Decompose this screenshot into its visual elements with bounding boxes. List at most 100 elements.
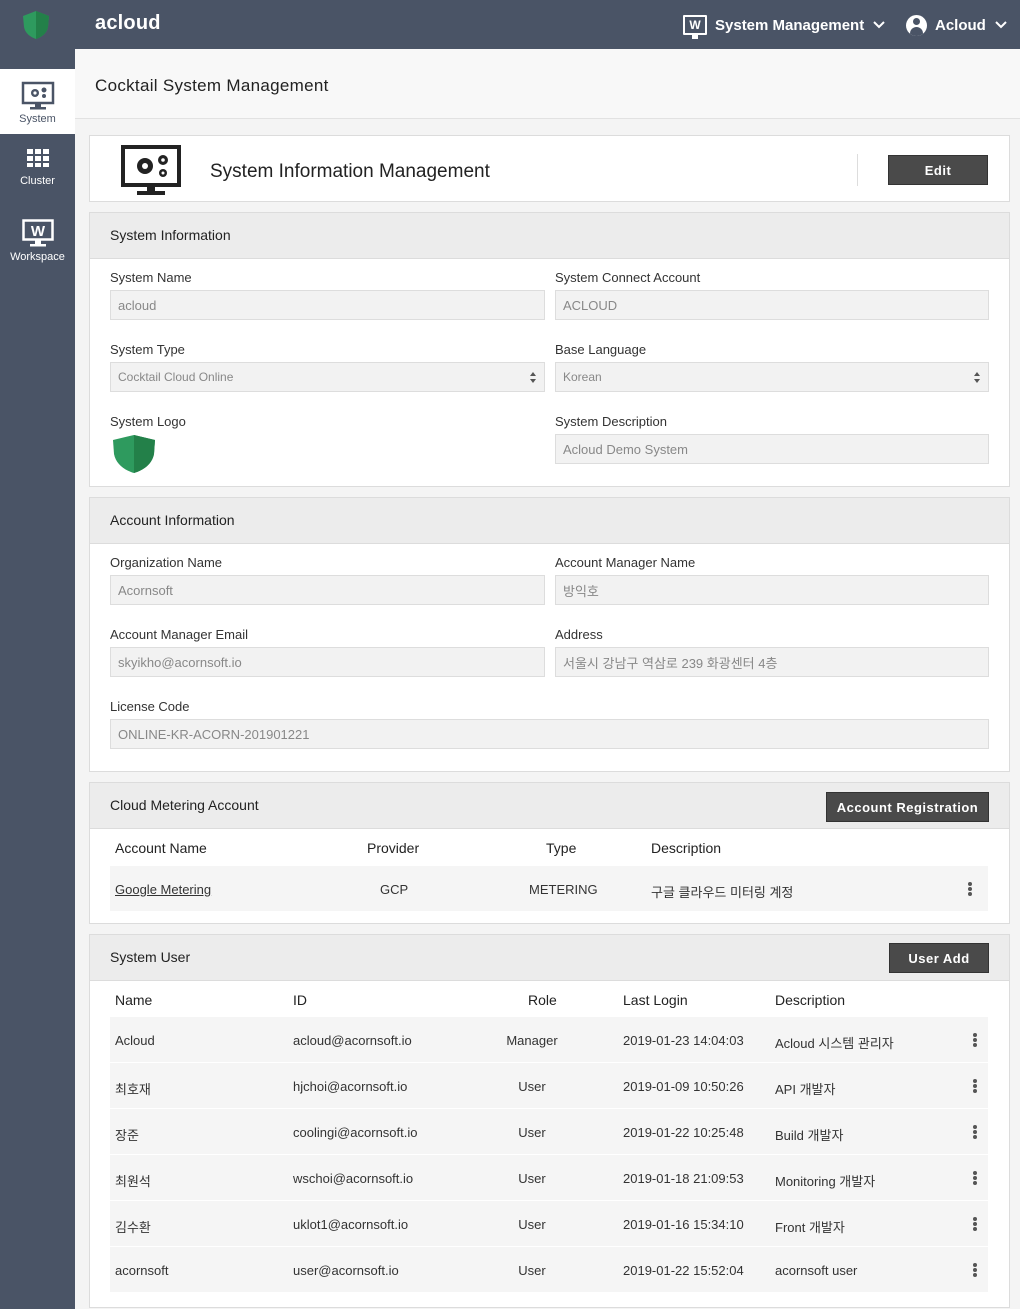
base-language-value: Korean	[563, 370, 602, 384]
user-name-cell: acornsoft	[115, 1263, 169, 1278]
system-info-management-card: System Information Management Edit	[89, 135, 1010, 202]
user-description-cell: Front 개발자	[775, 1220, 845, 1235]
column-header: Provider	[367, 840, 420, 856]
account-manager-email-field[interactable]: skyikho@acornsoft.io	[110, 647, 545, 677]
page-title: Cocktail System Management	[95, 76, 329, 95]
last-login-cell: 2019-01-16 15:34:10	[623, 1217, 744, 1232]
sidebar-item-cluster[interactable]: Cluster	[0, 149, 75, 199]
system-logo-image	[113, 435, 155, 473]
organization-name-field[interactable]: Acornsoft	[110, 575, 545, 605]
sort-arrows-icon	[530, 372, 536, 383]
more-options-icon[interactable]	[973, 1125, 977, 1139]
type-cell: METERING	[529, 882, 598, 897]
table-row[interactable]: 최원석 wschoi@acornsoft.io User 2019-01-18 21:…	[110, 1155, 988, 1201]
user-avatar-icon	[906, 14, 927, 36]
column-header: Role	[528, 992, 557, 1008]
system-description-field[interactable]: Acloud Demo System	[555, 434, 989, 464]
table-row[interactable]: 최호재 hjchoi@acornsoft.io User 2019-01-09 10:…	[110, 1063, 988, 1109]
account-manager-email-label: Account Manager Email	[110, 627, 249, 642]
user-id-cell: uklot1@acornsoft.io	[293, 1217, 409, 1232]
table-row[interactable]: 장준 coolingi@acornsoft.io User 2019-01-22 10…	[110, 1109, 988, 1155]
table-row[interactable]: 김수환 uklot1@acornsoft.io User 2019-01-16 15:…	[110, 1201, 988, 1247]
sidebar-item-system[interactable]: System	[0, 69, 75, 134]
sidebar-item-label: Cluster	[20, 175, 55, 187]
card-title: System User	[110, 949, 191, 965]
connect-account-label: System Connect Account	[555, 270, 701, 285]
brand-name[interactable]: acloud	[95, 12, 161, 35]
user-name-cell: 최호재	[115, 1082, 151, 1097]
user-name-cell: 김수환	[115, 1220, 151, 1235]
cloud-metering-card: Cloud Metering Account Account Registrat…	[89, 782, 1010, 924]
user-role-cell: User	[518, 1125, 546, 1140]
system-name-field[interactable]: acloud	[110, 290, 545, 320]
more-options-icon[interactable]	[968, 882, 972, 896]
user-id-cell: coolingi@acornsoft.io	[293, 1125, 418, 1140]
system-name-label: System Name	[110, 270, 192, 285]
edit-button[interactable]: Edit	[888, 155, 988, 185]
account-manager-name-field[interactable]: 방익호	[555, 575, 989, 605]
card-title: Cloud Metering Account	[110, 797, 259, 813]
organization-name-label: Organization Name	[110, 555, 222, 570]
sidebar-item-label: Workspace	[10, 251, 65, 263]
system-user-card: System User User Add Name ID Role Last L…	[89, 934, 1010, 1308]
system-information-card: System Information System Name acloud Sy…	[89, 212, 1010, 487]
card-title: Account Information	[110, 512, 235, 528]
base-language-select[interactable]: Korean	[555, 362, 989, 392]
description-cell: 구글 클라우드 미터링 계정	[651, 885, 794, 900]
system-type-select[interactable]: Cocktail Cloud Online	[110, 362, 545, 392]
user-name-cell: 최원석	[115, 1174, 151, 1189]
account-registration-button[interactable]: Account Registration	[826, 792, 989, 822]
more-options-icon[interactable]	[973, 1263, 977, 1277]
last-login-cell: 2019-01-18 21:09:53	[623, 1171, 744, 1186]
shield-logo-icon[interactable]	[22, 10, 50, 40]
user-role-cell: User	[518, 1079, 546, 1094]
account-information-card: Account Information Organization Name Ac…	[89, 497, 1010, 772]
sort-arrows-icon	[974, 372, 980, 383]
user-description-cell: Acloud 시스템 관리자	[775, 1036, 894, 1051]
user-role-cell: User	[518, 1263, 546, 1278]
card-header: System User User Add	[90, 935, 1009, 981]
more-options-icon[interactable]	[973, 1033, 977, 1047]
sidebar-item-label: System	[19, 113, 56, 125]
last-login-cell: 2019-01-09 10:50:26	[623, 1079, 744, 1094]
sidebar-item-workspace[interactable]: W Workspace	[0, 219, 75, 269]
user-add-button[interactable]: User Add	[889, 943, 989, 973]
system-management-menu[interactable]: W System Management	[683, 13, 886, 39]
chevron-down-icon	[995, 21, 1007, 29]
user-description-cell: Build 개발자	[775, 1128, 844, 1143]
metering-account-link[interactable]: Google Metering	[115, 882, 211, 897]
base-language-label: Base Language	[555, 342, 647, 357]
workspace-w-icon: W	[21, 219, 54, 247]
column-header: Last Login	[623, 992, 688, 1008]
monitor-gear-icon	[21, 81, 54, 110]
user-menu[interactable]: Acloud	[906, 13, 1008, 37]
card-title: System Information	[110, 227, 231, 243]
address-field[interactable]: 서울시 강남구 역삼로 239 화광센터 4층	[555, 647, 989, 677]
column-header: Name	[115, 992, 153, 1008]
user-description-cell: API 개발자	[775, 1082, 836, 1097]
section-title: System Information Management	[210, 161, 490, 182]
table-row[interactable]: acornsoft user@acornsoft.io User 2019-01-22…	[110, 1247, 988, 1293]
more-options-icon[interactable]	[973, 1079, 977, 1093]
connect-account-field[interactable]: ACLOUD	[555, 290, 989, 320]
license-code-label: License Code	[110, 699, 190, 714]
table-row[interactable]: Acloud acloud@acornsoft.io Manager 2019-01-…	[110, 1017, 988, 1063]
system-type-value: Cocktail Cloud Online	[118, 370, 234, 384]
column-header: Description	[775, 992, 846, 1008]
last-login-cell: 2019-01-23 14:04:03	[623, 1033, 744, 1048]
user-id-cell: acloud@acornsoft.io	[293, 1033, 412, 1048]
more-options-icon[interactable]	[973, 1217, 977, 1231]
column-header: Type	[546, 840, 577, 856]
user-name-cell: 장준	[115, 1128, 139, 1143]
more-options-icon[interactable]	[973, 1171, 977, 1185]
page-header: Cocktail System Management	[75, 49, 1020, 119]
column-header: Description	[651, 840, 722, 856]
column-header: ID	[293, 992, 307, 1008]
table-row[interactable]: Google Metering GCP METERING 구글 클라우드 미터링…	[110, 866, 988, 912]
user-name-label: Acloud	[935, 16, 986, 34]
last-login-cell: 2019-01-22 10:25:48	[623, 1125, 744, 1140]
user-role-cell: User	[518, 1171, 546, 1186]
user-description-cell: acornsoft user	[775, 1263, 858, 1278]
system-management-label: System Management	[715, 16, 865, 34]
license-code-field[interactable]: ONLINE-KR-ACORN-201901221	[110, 719, 989, 749]
